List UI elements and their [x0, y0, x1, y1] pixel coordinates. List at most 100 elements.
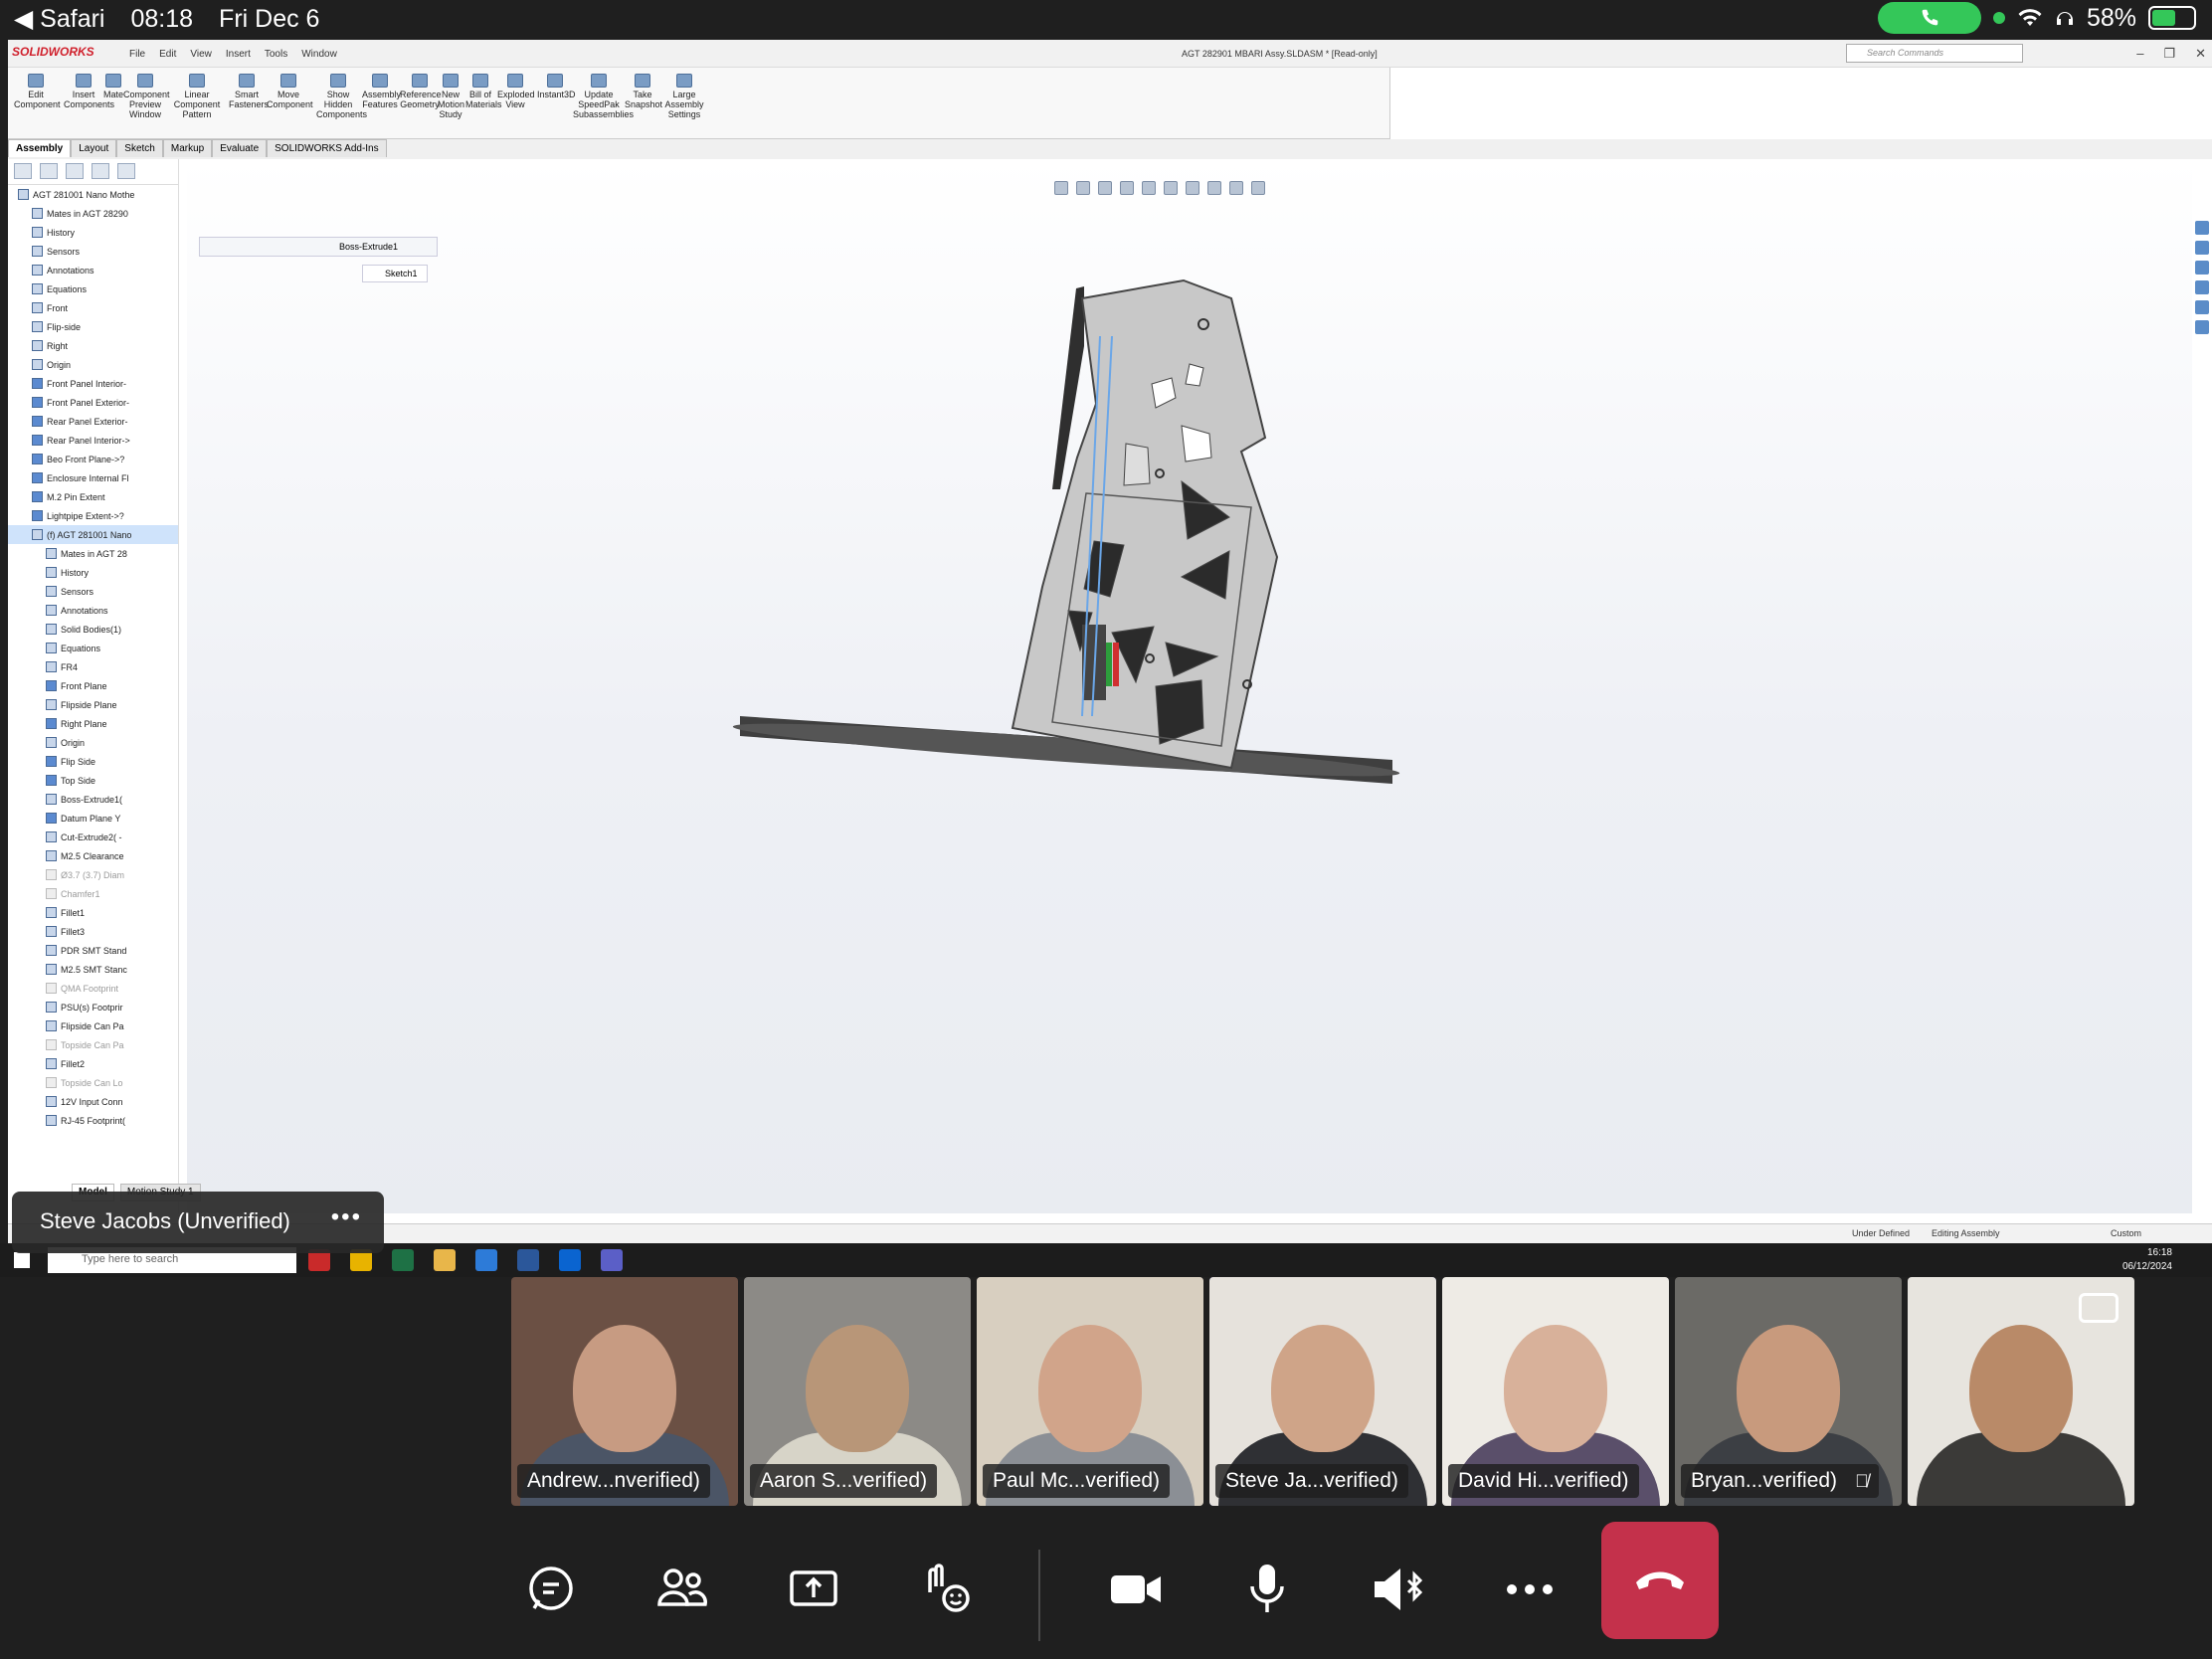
menu-tools[interactable]: Tools	[265, 49, 287, 60]
tree-item[interactable]: Enclosure Internal Fl	[8, 468, 178, 487]
menu-view[interactable]: View	[190, 49, 212, 60]
ribbon-bill-of-materials-button[interactable]: Bill of Materials	[465, 74, 502, 109]
tree-item[interactable]: Flipside Plane	[8, 695, 178, 714]
ribbon-insert-components-button[interactable]: Insert Components	[64, 74, 114, 109]
tree-item[interactable]: History	[8, 223, 178, 242]
active-call-pill[interactable]	[1877, 2, 1981, 34]
tab-assembly[interactable]: Assembly	[8, 139, 72, 157]
tree-item[interactable]: M2.5 SMT Stanc	[8, 960, 178, 979]
participant-tile[interactable]	[1908, 1277, 2134, 1506]
appearances-icon[interactable]	[2195, 300, 2209, 314]
participants-button[interactable]	[652, 1560, 712, 1619]
participant-tile[interactable]: Steve Ja...verified)	[1209, 1277, 1436, 1506]
ribbon-large-assembly-settings-button[interactable]: Large Assembly Settings	[664, 74, 704, 119]
ribbon-linear-component-pattern-button[interactable]: Linear Component Pattern	[167, 74, 227, 119]
ribbon-assembly-features-button[interactable]: Assembly Features	[362, 74, 401, 109]
tree-item[interactable]: (f) AGT 281001 Nano	[8, 525, 178, 544]
view-settings-icon[interactable]	[1251, 181, 1265, 195]
view-palette-icon[interactable]	[2195, 280, 2209, 294]
tree-item[interactable]: 12V Input Conn	[8, 1092, 178, 1111]
ribbon-instant3d-button[interactable]: Instant3D	[537, 74, 576, 99]
zoom-to-area-icon[interactable]	[1076, 181, 1090, 195]
hide-show-items-icon[interactable]	[1186, 181, 1199, 195]
windows-start-icon[interactable]	[14, 1252, 30, 1268]
custom-properties-icon[interactable]	[2195, 320, 2209, 334]
tree-item[interactable]: Fillet1	[8, 903, 178, 922]
view-orientation-icon[interactable]	[1142, 181, 1156, 195]
menu-window[interactable]: Window	[301, 49, 337, 60]
edit-appearance-icon[interactable]	[1207, 181, 1221, 195]
tree-item[interactable]: Equations	[8, 639, 178, 657]
tree-item[interactable]: Front Panel Exterior-	[8, 393, 178, 412]
tree-item[interactable]: Front	[8, 298, 178, 317]
tree-item[interactable]: M2.5 Clearance	[8, 846, 178, 865]
app-taskbar-icon[interactable]	[475, 1249, 497, 1271]
tree-item[interactable]: Mates in AGT 28	[8, 544, 178, 563]
menu-edit[interactable]: Edit	[159, 49, 176, 60]
tree-item[interactable]: Rear Panel Interior->	[8, 431, 178, 450]
more-options-icon[interactable]: •••	[331, 1203, 362, 1231]
tree-item[interactable]: Origin	[8, 355, 178, 374]
outlook-taskbar-icon[interactable]	[559, 1249, 581, 1271]
graphics-area[interactable]	[146, 159, 2192, 1213]
tree-item[interactable]: Solid Bodies(1)	[8, 620, 178, 639]
tree-item[interactable]: Datum Plane Y	[8, 809, 178, 828]
status-units[interactable]: Custom	[2111, 1228, 2141, 1238]
restore-icon[interactable]: ❐	[2163, 46, 2175, 62]
more-button[interactable]	[1500, 1560, 1560, 1619]
tree-item[interactable]: AGT 281001 Nano Mothe	[8, 185, 178, 204]
menu-file[interactable]: File	[129, 49, 145, 60]
resources-icon[interactable]	[2195, 221, 2209, 235]
tree-item[interactable]: Cut-Extrude2( -	[8, 828, 178, 846]
tree-item[interactable]: Front Panel Interior-	[8, 374, 178, 393]
previous-view-icon[interactable]	[1098, 181, 1112, 195]
participant-tile[interactable]: Paul Mc...verified)	[977, 1277, 1203, 1506]
chat-button[interactable]	[521, 1560, 581, 1619]
raise-hand-button[interactable]	[917, 1560, 977, 1619]
tab-solidworks-add-ins[interactable]: SOLIDWORKS Add-Ins	[267, 139, 387, 157]
tree-item[interactable]: Sensors	[8, 582, 178, 601]
ribbon-show-hidden-components-button[interactable]: Show Hidden Components	[316, 74, 367, 119]
tab-layout[interactable]: Layout	[71, 139, 117, 157]
microphone-button[interactable]	[1237, 1560, 1297, 1619]
file-explorer-icon[interactable]	[2195, 261, 2209, 275]
tree-item[interactable]: Right Plane	[8, 714, 178, 733]
search-commands-input[interactable]: Search Commands	[1846, 44, 2023, 63]
tab-markup[interactable]: Markup	[162, 139, 213, 157]
tree-item[interactable]: Beo Front Plane->?	[8, 450, 178, 468]
tree-item[interactable]: PSU(s) Footprir	[8, 998, 178, 1016]
section-view-icon[interactable]	[1120, 181, 1134, 195]
close-icon[interactable]: ✕	[2195, 46, 2206, 62]
design-library-icon[interactable]	[2195, 241, 2209, 255]
speaker-button[interactable]	[1369, 1560, 1428, 1619]
ribbon-new-motion-study-button[interactable]: New Motion Study	[438, 74, 464, 119]
tree-item[interactable]: Annotations	[8, 261, 178, 279]
display-manager-tab-icon[interactable]	[117, 163, 135, 179]
tree-item[interactable]: Chamfer1	[8, 884, 178, 903]
tree-item[interactable]: Front Plane	[8, 676, 178, 695]
tree-item[interactable]: Fillet2	[8, 1054, 178, 1073]
tree-item[interactable]: Topside Can Lo	[8, 1073, 178, 1092]
tree-item[interactable]: Flipside Can Pa	[8, 1016, 178, 1035]
tree-item[interactable]: Equations	[8, 279, 178, 298]
ribbon-update-speedpak-subassemblies-button[interactable]: Update SpeedPak Subassemblies	[573, 74, 634, 119]
tree-item[interactable]: Topside Can Pa	[8, 1035, 178, 1054]
menu-insert[interactable]: Insert	[226, 49, 251, 60]
camera-button[interactable]	[1106, 1560, 1166, 1619]
zoom-to-fit-icon[interactable]	[1054, 181, 1068, 195]
tree-item[interactable]: Right	[8, 336, 178, 355]
tree-item[interactable]: Sensors	[8, 242, 178, 261]
dimxpert-tab-icon[interactable]	[92, 163, 109, 179]
share-button[interactable]	[784, 1560, 843, 1619]
breadcrumb[interactable]: Boss-Extrude1	[199, 237, 438, 257]
tree-item[interactable]: Fillet3	[8, 922, 178, 941]
display-style-icon[interactable]	[1164, 181, 1178, 195]
tree-item[interactable]: History	[8, 563, 178, 582]
tree-item[interactable]: Lightpipe Extent->?	[8, 506, 178, 525]
ribbon-reference-geometry-button[interactable]: Reference Geometry	[400, 74, 442, 109]
tree-item[interactable]: Boss-Extrude1(	[8, 790, 178, 809]
ribbon-edit-component-button[interactable]: Edit Component	[14, 74, 61, 109]
tree-item[interactable]: Flip-side	[8, 317, 178, 336]
tree-item[interactable]: Mates in AGT 28290	[8, 204, 178, 223]
tab-sketch[interactable]: Sketch	[116, 139, 163, 157]
